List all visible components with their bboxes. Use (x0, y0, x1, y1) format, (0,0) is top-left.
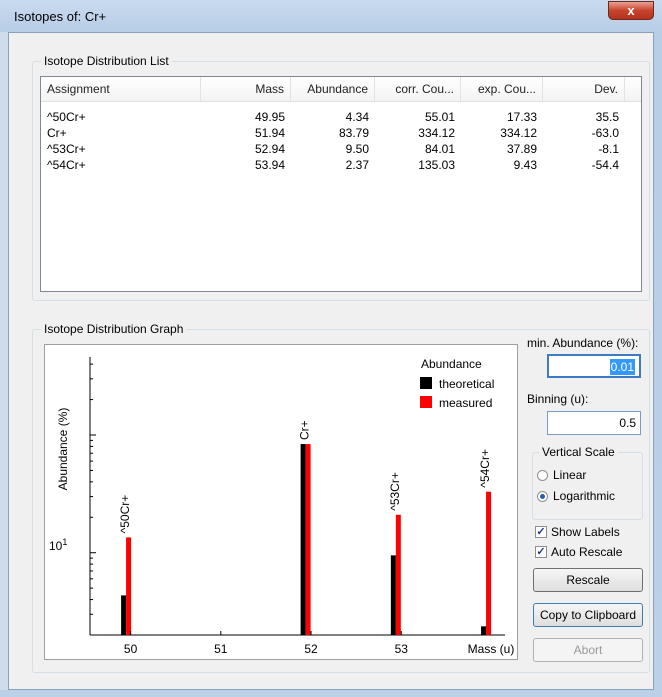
min-abundance-label: min. Abundance (%): (527, 336, 639, 350)
cell-abundance: 2.37 (345, 158, 369, 172)
peak-label: ^50Cr+ (118, 495, 132, 534)
y-axis-label: Abundance (%) (56, 408, 70, 491)
cell-abundance: 9.50 (345, 142, 369, 156)
cell-abundance: 83.79 (338, 126, 369, 140)
window-edge (0, 32, 8, 690)
legend-title: Abundance (421, 357, 482, 371)
bar-theoretical (390, 555, 396, 635)
bar-theoretical (300, 444, 306, 635)
copy-to-clipboard-button[interactable]: Copy to Clipboard (533, 603, 643, 627)
legend-swatch-measured (420, 396, 432, 408)
column-header-assignment[interactable]: Assignment (41, 77, 201, 101)
binning-input[interactable]: 0.5 (547, 411, 641, 435)
cell-dev: -54.4 (591, 158, 619, 172)
bar-theoretical (121, 595, 127, 635)
bar-measured (486, 491, 492, 635)
cell-assignment: ^50Cr+ (47, 110, 86, 124)
cell-mass: 52.94 (254, 142, 285, 156)
logarithmic-radio-label[interactable]: Logarithmic (553, 489, 615, 503)
bar-theoretical (481, 626, 487, 635)
table-row[interactable]: ^54Cr+ 53.94 2.37 135.03 9.43 -54.4 (41, 157, 641, 173)
isotope-list-group-title: Isotope Distribution List (41, 54, 172, 68)
column-header-dev[interactable]: Dev. (543, 77, 625, 101)
chart-bars (121, 444, 492, 635)
cell-exp-count: 37.89 (506, 142, 537, 156)
cell-exp-count: 17.33 (506, 110, 537, 124)
auto-rescale-checkbox[interactable]: ✓ (535, 546, 547, 558)
linear-radio-label[interactable]: Linear (553, 468, 586, 482)
linear-radio[interactable] (537, 470, 548, 481)
x-tick-label: 53 (395, 642, 409, 656)
cell-assignment: ^54Cr+ (47, 158, 86, 172)
cell-exp-count: 334.12 (500, 126, 537, 140)
cell-assignment: ^53Cr+ (47, 142, 86, 156)
isotope-distribution-list[interactable]: Assignment Mass Abundance corr. Cou... e… (40, 76, 642, 292)
close-button[interactable]: x (608, 1, 654, 20)
x-tick-label: 52 (304, 642, 318, 656)
legend-label-theoretical: theoretical (439, 377, 494, 391)
column-header-exp-count[interactable]: exp. Cou... (461, 77, 543, 101)
y-tick-label: 101 (49, 537, 67, 553)
column-header-abundance[interactable]: Abundance (291, 77, 375, 101)
table-row[interactable]: Cr+ 51.94 83.79 334.12 334.12 -63.0 (41, 125, 641, 141)
peak-label: Cr+ (298, 420, 312, 440)
title-bar[interactable]: Isotopes of: Cr+ x (0, 0, 662, 32)
cell-corr-count: 135.03 (418, 158, 455, 172)
vertical-scale-group: Vertical Scale (532, 445, 643, 520)
cell-dev: -63.0 (591, 126, 619, 140)
abort-button: Abort (533, 638, 643, 662)
cell-exp-count: 9.43 (513, 158, 537, 172)
cell-dev: -8.1 (598, 142, 619, 156)
cell-abundance: 4.34 (345, 110, 369, 124)
table-row[interactable]: ^50Cr+ 49.95 4.34 55.01 17.33 35.5 (41, 109, 641, 125)
cell-mass: 49.95 (254, 110, 285, 124)
auto-rescale-label[interactable]: Auto Rescale (551, 545, 622, 559)
legend-label-measured: measured (439, 396, 492, 410)
vertical-scale-title: Vertical Scale (539, 445, 618, 459)
bar-measured (395, 514, 401, 635)
binning-label: Binning (u): (527, 392, 589, 406)
min-abundance-value: 0.01 (609, 359, 635, 375)
dialog-window: Isotopes of: Cr+ x Isotope Distribution … (0, 0, 662, 697)
x-tick-label: 51 (214, 642, 228, 656)
peak-label: ^54Cr+ (478, 449, 492, 488)
cell-mass: 53.94 (254, 158, 285, 172)
cell-mass: 51.94 (254, 126, 285, 140)
rescale-button[interactable]: Rescale (533, 568, 643, 592)
bar-measured (305, 444, 311, 635)
chart-svg: Abundance (%) ^50Cr+ Cr+ ^53Cr+ ^54Cr+ 50 51… (49, 357, 515, 656)
cell-assignment: Cr+ (47, 126, 67, 140)
cell-dev: 35.5 (595, 110, 619, 124)
legend-swatch-theoretical (420, 377, 432, 389)
chart-legend: Abundance theoretical measured (420, 357, 494, 410)
column-header-mass[interactable]: Mass (201, 77, 291, 101)
isotope-distribution-graph: Abundance (%) ^50Cr+ Cr+ ^53Cr+ ^54Cr+ 50 51… (44, 344, 518, 660)
list-header: Assignment Mass Abundance corr. Cou... e… (41, 77, 641, 102)
show-labels-label[interactable]: Show Labels (551, 525, 620, 539)
cell-corr-count: 84.01 (424, 142, 455, 156)
show-labels-checkbox[interactable]: ✓ (535, 526, 547, 538)
column-header-corr-count[interactable]: corr. Cou... (375, 77, 461, 101)
cell-corr-count: 334.12 (418, 126, 455, 140)
x-tick-label: 50 (124, 642, 138, 656)
isotope-graph-group-title: Isotope Distribution Graph (41, 322, 187, 336)
min-abundance-input[interactable]: 0.01 (547, 354, 641, 378)
bar-measured (126, 537, 132, 635)
table-row[interactable]: ^53Cr+ 52.94 9.50 84.01 37.89 -8.1 (41, 141, 641, 157)
logarithmic-radio[interactable] (537, 491, 548, 502)
window-title: Isotopes of: Cr+ (14, 9, 107, 24)
x-axis-label: Mass (u) (468, 642, 515, 656)
peak-label: ^53Cr+ (388, 472, 402, 511)
cell-corr-count: 55.01 (424, 110, 455, 124)
